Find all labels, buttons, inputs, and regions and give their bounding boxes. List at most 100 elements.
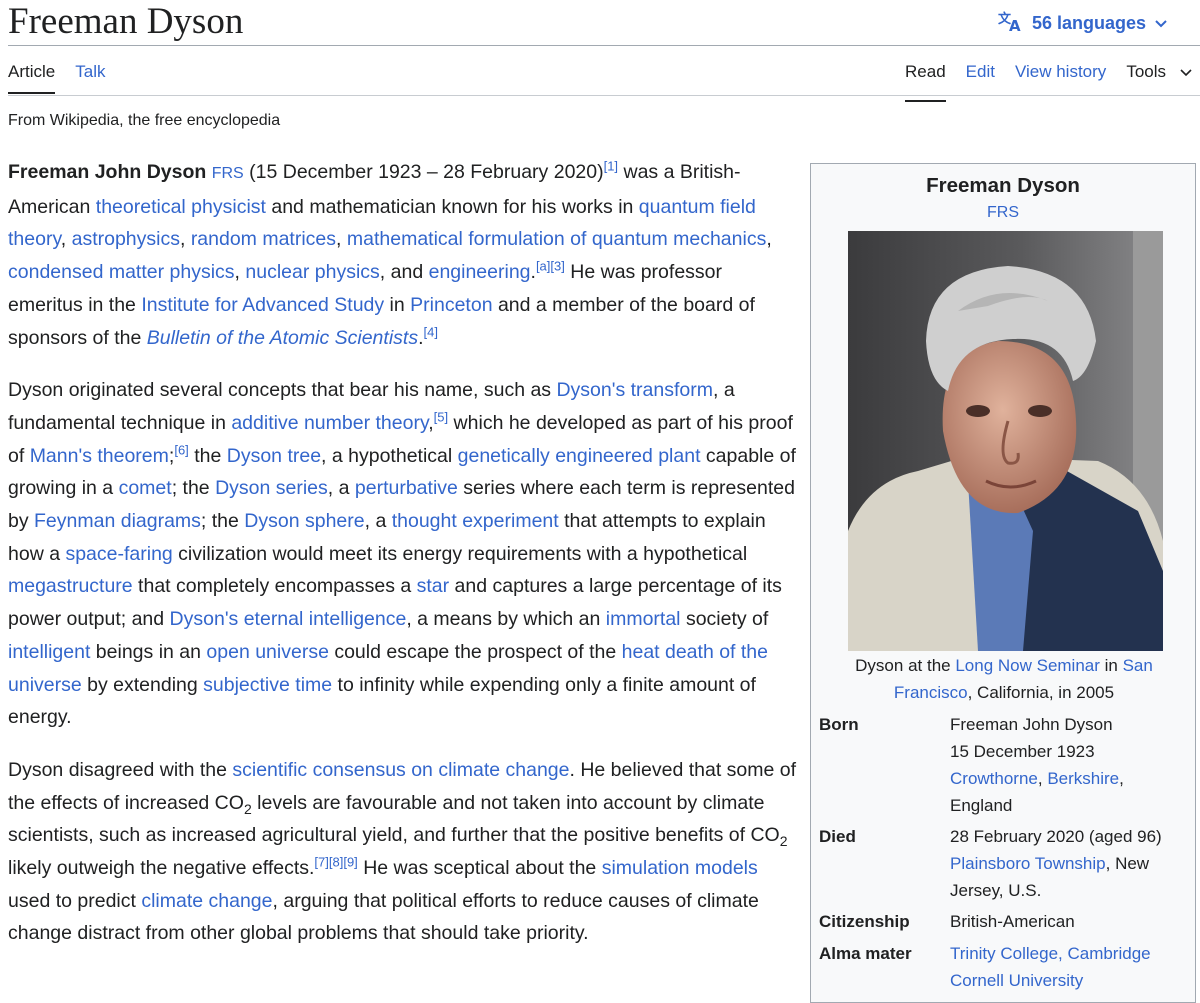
wiki-link[interactable]: simulation models <box>602 857 758 879</box>
chevron-down-icon <box>1180 62 1192 92</box>
tab-article[interactable]: Article <box>8 62 56 94</box>
citation-ref[interactable]: [1] <box>604 159 618 174</box>
wiki-link[interactable]: perturbative <box>355 477 458 499</box>
text-run: Dyson disagreed with the <box>8 758 233 781</box>
tab-talk[interactable]: Talk <box>75 62 105 94</box>
chevron-down-icon <box>1154 13 1168 34</box>
text-run: ; the <box>200 510 245 533</box>
site-tagline: From Wikipedia, the free encyclopedia <box>8 112 281 129</box>
wiki-link[interactable]: Institute for Advanced Study <box>141 294 384 316</box>
infobox-title: Freeman Dyson <box>926 174 1080 197</box>
text-run: , a hypothetical <box>321 444 458 467</box>
link-trinity-college[interactable]: Trinity College, Cambridge <box>950 940 1180 967</box>
tools-label: Tools <box>1126 62 1166 81</box>
text-run: , <box>766 228 772 251</box>
wiki-link[interactable]: Mann's theorem <box>30 445 169 467</box>
tools-menu[interactable]: Tools <box>1126 62 1192 102</box>
wiki-link[interactable]: Princeton <box>410 294 492 316</box>
text-run: He was sceptical about the <box>357 857 602 880</box>
wiki-link[interactable]: theoretical physicist <box>96 196 266 218</box>
text-run: civilization would meet its energy requi… <box>172 542 748 565</box>
text-run: society of <box>680 608 769 631</box>
link-berkshire[interactable]: Berkshire <box>1047 769 1119 788</box>
subject-name: Freeman John Dyson <box>8 161 207 183</box>
wiki-link[interactable]: thought experiment <box>392 510 559 532</box>
infobox-row-citizenship: Citizenship British-American <box>819 908 1189 936</box>
wiki-link[interactable]: climate change <box>141 890 272 912</box>
born-value: Freeman John Dyson 15 December 1923 Crow… <box>950 715 1124 815</box>
wiki-link[interactable]: Dyson tree <box>227 445 321 467</box>
title-divider <box>8 45 1200 46</box>
text-run: beings in an <box>90 640 207 663</box>
wiki-link[interactable]: scientific consensus on climate change <box>232 759 569 781</box>
text-run: Dyson originated several concepts that b… <box>8 379 557 402</box>
svg-text:A: A <box>1009 17 1021 32</box>
citation-ref[interactable]: [6] <box>174 442 188 457</box>
languages-button[interactable]: 文 A 56 languages <box>998 10 1168 37</box>
wiki-link[interactable]: additive number theory <box>231 412 428 434</box>
infobox-row-born: Born Freeman John Dyson 15 December 1923… <box>819 711 1189 821</box>
namespace-tabs: Article Talk <box>8 62 105 94</box>
text-run: in <box>384 293 411 316</box>
text-run: , a means by which an <box>406 608 606 631</box>
text-run: that completely encompasses a <box>132 575 417 598</box>
citation-ref[interactable]: [a][3] <box>536 259 565 274</box>
wiki-link[interactable]: mathematical formulation of quantum mech… <box>347 228 766 250</box>
wiki-link[interactable]: Dyson's transform <box>556 379 713 401</box>
wiki-link[interactable]: immortal <box>606 608 681 630</box>
wiki-link[interactable]: subjective time <box>203 674 332 696</box>
infobox-row-alma-mater: Alma mater Trinity College, Cambridge Co… <box>819 940 1189 1000</box>
text-run: likely outweigh the negative effects. <box>8 857 315 880</box>
citation-ref[interactable]: [4] <box>424 324 438 339</box>
infobox: Freeman Dyson FRS Dyson at the Long Now … <box>810 163 1196 1003</box>
text-run: , a <box>364 510 392 533</box>
link-crowthorne[interactable]: Crowthorne <box>950 769 1038 788</box>
link-plainsboro[interactable]: Plainsboro Township <box>950 854 1106 873</box>
wiki-link[interactable]: engineering <box>429 261 531 283</box>
tab-read[interactable]: Read <box>905 62 946 102</box>
text-run: , <box>336 228 347 251</box>
born-label: Born <box>819 715 859 734</box>
text-run: , <box>234 261 246 284</box>
wiki-link[interactable]: nuclear physics <box>245 261 379 283</box>
text-run: (15 December 1923 – 28 February 2020) <box>243 161 604 183</box>
wiki-link[interactable]: intelligent <box>8 641 90 663</box>
wiki-link[interactable]: megastructure <box>8 575 133 597</box>
languages-label: 56 languages <box>1031 13 1146 33</box>
text-run: ; the <box>171 477 216 500</box>
wiki-link[interactable]: Dyson series <box>215 477 328 499</box>
citizenship-value: British-American <box>950 912 1075 931</box>
wiki-link[interactable]: astrophysics <box>72 228 180 250</box>
citation-ref[interactable]: [7][8][9] <box>314 855 357 870</box>
infobox-post-nominal[interactable]: FRS <box>811 204 1195 222</box>
wiki-link[interactable]: comet <box>119 477 172 499</box>
subscript: 2 <box>243 800 252 817</box>
text-run: by extending <box>81 673 204 696</box>
tab-edit[interactable]: Edit <box>966 62 995 102</box>
wiki-link[interactable]: random matrices <box>191 228 336 250</box>
wiki-link[interactable]: Dyson sphere <box>244 510 364 532</box>
link-cornell[interactable]: Cornell University <box>950 967 1180 994</box>
wiki-link[interactable]: space-faring <box>65 543 172 565</box>
wiki-link[interactable]: Bulletin of the Atomic Scientists <box>147 327 418 349</box>
text-run: could escape the prospect of the <box>328 640 622 663</box>
citizenship-label: Citizenship <box>819 912 910 931</box>
wiki-link[interactable]: condensed matter physics <box>8 261 235 283</box>
wiki-link[interactable]: Feynman diagrams <box>34 510 201 532</box>
wiki-link[interactable]: Dyson's eternal intelligence <box>170 608 407 630</box>
wiki-link[interactable]: genetically engineered plant <box>458 445 701 467</box>
wiki-link[interactable]: open universe <box>206 641 329 663</box>
portrait-image[interactable] <box>848 231 1163 651</box>
post-nominal-link[interactable]: FRS <box>212 165 244 182</box>
translate-icon: 文 A <box>998 10 1024 37</box>
caption-link-long-now[interactable]: Long Now Seminar <box>955 656 1100 675</box>
citation-ref[interactable]: [5] <box>434 409 448 424</box>
died-label: Died <box>819 827 856 846</box>
tab-view-history[interactable]: View history <box>1015 62 1106 102</box>
page-title: Freeman Dyson <box>8 1 244 42</box>
text-run: and mathematician known for his works in <box>265 195 639 218</box>
infobox-row-died: Died 28 February 2020 (aged 96) Plainsbo… <box>819 823 1189 905</box>
lead-paragraph: Freeman John Dyson FRS (15 December 1923… <box>8 156 800 354</box>
wiki-link[interactable]: star <box>417 575 450 597</box>
died-value: 28 February 2020 (aged 96) Plainsboro To… <box>950 827 1162 900</box>
